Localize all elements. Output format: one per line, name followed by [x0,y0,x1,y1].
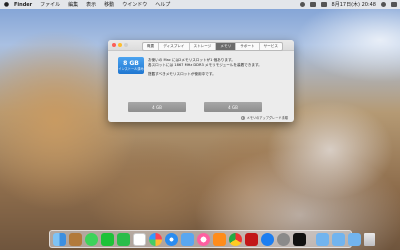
memory-slot-1: 4 GB [128,102,186,112]
finder-icon[interactable] [53,232,66,246]
slot-status-note: 搭載すべきメモリスロットが使用中です。 [148,72,216,76]
app-store-icon[interactable] [261,232,274,246]
activity-monitor-icon[interactable] [293,232,306,246]
memory-chip-icon: 8 GB インストール済み [118,57,144,74]
menu-file[interactable]: ファイル [40,1,60,8]
tab-displays[interactable]: ディスプレイ [159,43,190,50]
memory-panel: 8 GB インストール済み お使いの Mac には2メモリスロットが1 個ありま… [108,51,294,122]
tab-bar: 概要 ディスプレイ ストレージ メモリ サポート サービス [142,42,283,51]
line-icon[interactable] [101,232,114,246]
spotlight-icon[interactable] [381,2,386,7]
trash-icon[interactable] [364,232,375,246]
volume-icon[interactable] [309,2,316,7]
menu-bar: ● Finder ファイル 編集 表示 移動 ウインドウ ヘルプ 8月17日(木… [0,0,400,9]
dock [49,230,375,248]
menu-edit[interactable]: 編集 [68,1,78,8]
menubar-status-area: 8月17日(木) 20:48 [299,1,397,8]
downloads-folder-icon[interactable] [332,232,345,246]
system-preferences-icon[interactable] [277,232,290,246]
minimize-button[interactable] [118,43,122,47]
arrow-circle-icon[interactable] [240,115,245,120]
documents-folder-icon[interactable] [316,232,329,246]
memory-slot-2: 4 GB [204,102,262,112]
safari-icon[interactable] [165,232,178,246]
menu-app-name[interactable]: Finder [14,2,32,8]
menu-view[interactable]: 表示 [86,1,96,8]
photos-icon[interactable] [149,232,162,246]
calendar-icon[interactable] [133,232,146,246]
notification-center-icon[interactable] [391,2,397,7]
menu-window[interactable]: ウインドウ [122,1,147,8]
memory-upgrade-link[interactable]: メモリのアップグレード手順 [240,115,288,120]
ibooks-icon[interactable] [213,232,226,246]
menu-help[interactable]: ヘルプ [155,1,170,8]
memory-description: お使いの Mac には2メモリスロットが1 個あります。 各スロットには 186… [148,58,288,77]
close-button[interactable] [112,43,116,47]
tab-service[interactable]: サービス [260,43,282,50]
wifi-icon[interactable] [299,2,305,7]
upgrade-link-label[interactable]: メモリのアップグレード手順 [247,115,288,120]
tab-memory[interactable]: メモリ [216,43,237,50]
facetime-icon[interactable] [117,232,130,246]
memory-sublabel: インストール済み [118,67,144,71]
window-controls [112,43,128,47]
tab-support[interactable]: サポート [236,43,260,50]
window-titlebar: 概要 ディスプレイ ストレージ メモリ サポート サービス [108,40,294,51]
mail-icon[interactable] [181,232,194,246]
memory-size: 8 GB [123,60,139,67]
clock[interactable]: 8月17日(木) 20:48 [332,1,376,8]
dvd-player-icon[interactable] [245,232,258,246]
zoom-button[interactable] [124,43,128,47]
messages-icon[interactable] [85,232,98,246]
contacts-icon[interactable] [69,232,82,246]
tab-overview[interactable]: 概要 [143,43,160,50]
folder-icon[interactable] [348,232,361,246]
chrome-icon[interactable] [229,232,242,246]
apple-menu-icon[interactable]: ● [3,1,10,8]
menu-go[interactable]: 移動 [104,1,114,8]
tab-storage[interactable]: ストレージ [190,43,217,50]
description-line: 各スロットには 1867 MHz DDR3 メモリモジュールを装着できます。 [148,63,262,67]
battery-icon[interactable] [320,2,327,7]
about-this-mac-window: 概要 ディスプレイ ストレージ メモリ サポート サービス 8 GB インストー… [108,40,294,122]
itunes-icon[interactable] [197,232,210,246]
